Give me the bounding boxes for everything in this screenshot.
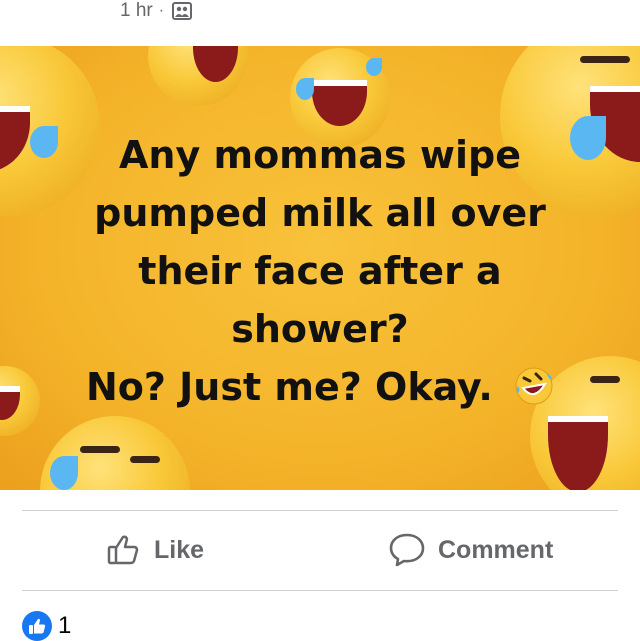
- meme-line: No? Just me? Okay.: [85, 365, 493, 409]
- meme-line: their face after a: [138, 249, 502, 293]
- meme-line-last: No? Just me? Okay.: [0, 358, 640, 416]
- meme-image[interactable]: Any mommas wipe pumped milk all over the…: [0, 46, 640, 490]
- meme-line: pumped milk all over: [94, 191, 546, 235]
- like-reaction-icon: [22, 611, 52, 641]
- like-count: 1: [58, 612, 72, 639]
- laughing-emoji-decoration: [40, 416, 190, 490]
- reaction-summary[interactable]: 1: [22, 611, 72, 641]
- post-action-bar: Like Comment: [0, 511, 640, 589]
- meme-line: shower?: [231, 307, 409, 351]
- post-meta: 1 hr ·: [120, 0, 193, 22]
- meta-separator: ·: [158, 2, 165, 19]
- thumbs-up-icon: [106, 532, 142, 568]
- meme-line: Any mommas wipe: [119, 133, 521, 177]
- like-button[interactable]: Like: [106, 511, 204, 589]
- comment-button[interactable]: Comment: [388, 511, 553, 589]
- comment-bubble-icon: [388, 532, 426, 568]
- friends-audience-icon[interactable]: [172, 2, 193, 20]
- meme-caption: Any mommas wipe pumped milk all over the…: [0, 126, 640, 416]
- like-label: Like: [154, 535, 205, 564]
- post-timestamp[interactable]: 1 hr: [120, 0, 153, 22]
- comment-label: Comment: [438, 535, 554, 564]
- rolling-on-floor-laughing-emoji: [514, 364, 554, 405]
- action-divider-bottom: [22, 590, 618, 591]
- laughing-emoji-decoration: [148, 46, 248, 106]
